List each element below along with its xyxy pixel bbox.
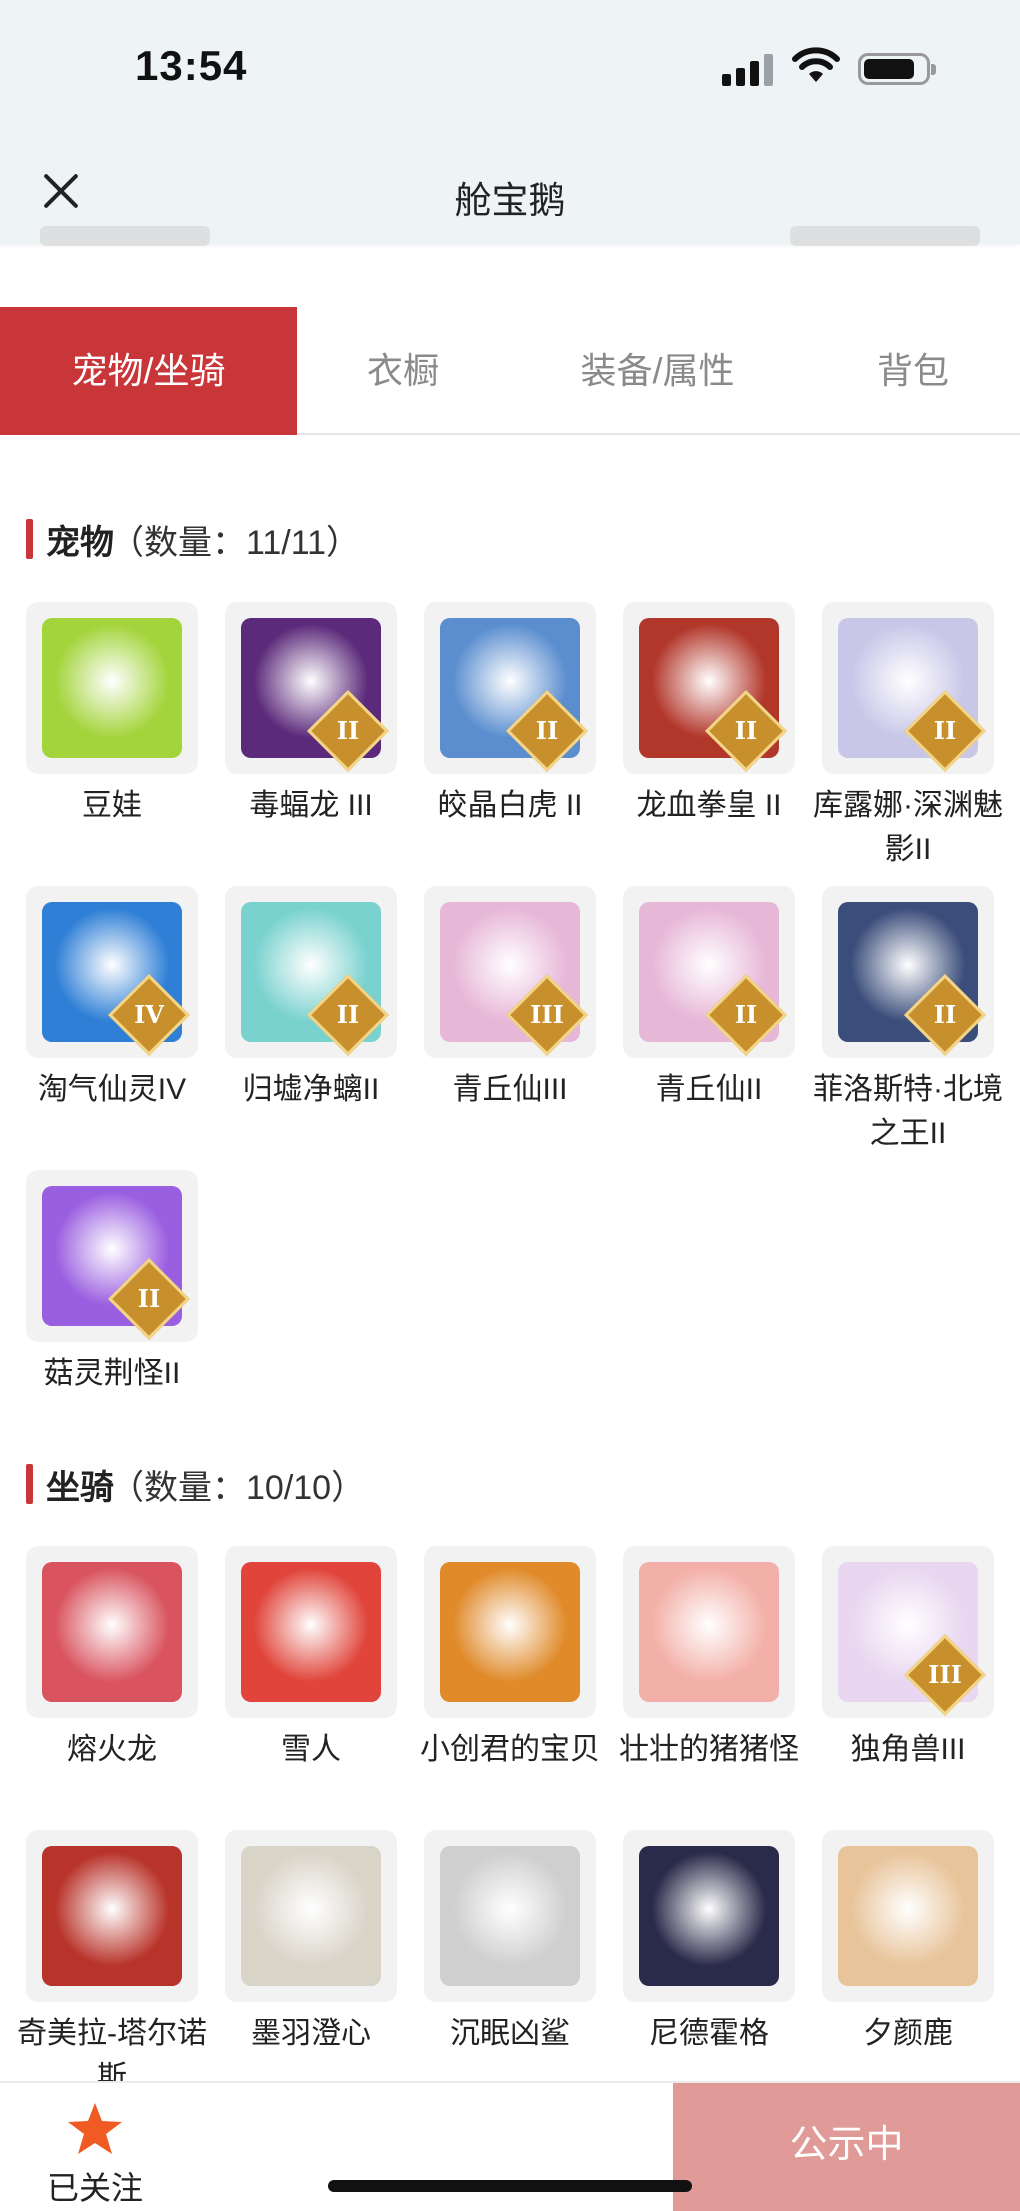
shark-icon — [440, 1846, 580, 1986]
green-bean-pet-icon — [42, 618, 182, 758]
status-bar: 13:54 — [0, 0, 1020, 140]
item-thumbnail: II — [623, 602, 795, 774]
tab-bar: 宠物/坐骑 衣橱 装备/属性 背包 — [0, 307, 1020, 435]
item-thumbnail: II — [225, 602, 397, 774]
follow-label: 已关注 — [46, 2170, 143, 2206]
item-thumbnail: II — [822, 602, 994, 774]
scrolled-content-peek — [790, 226, 980, 246]
section-count: （数量：11/11） — [110, 524, 361, 562]
cellular-signal-icon — [722, 52, 776, 86]
item-thumbnail — [623, 1546, 795, 1718]
item-name: 毒蝠龙 III — [249, 789, 373, 822]
star-icon — [68, 2103, 122, 2154]
item-thumbnail: III — [822, 1546, 994, 1718]
status-time: 13:54 — [135, 42, 248, 89]
item-name: 尼德霍格 — [649, 2017, 769, 2050]
section-title: 宠物 — [46, 524, 114, 562]
item-name: 夕颜鹿 — [863, 2017, 953, 2050]
item-name: 菲洛斯特·北境之王II — [813, 1073, 1003, 1150]
tier-badge-text: III — [530, 1000, 564, 1029]
section-accent-bar — [26, 1464, 33, 1504]
publicity-status-button[interactable]: 公示中 — [673, 2083, 1020, 2211]
item-name: 青丘仙III — [452, 1073, 568, 1106]
tier-badge-text: II — [336, 1000, 360, 1029]
phoenix-bird-icon — [440, 1562, 580, 1702]
section-accent-bar — [26, 519, 33, 559]
tier-badge-text: III — [928, 1660, 962, 1689]
item-thumbnail: II — [822, 886, 994, 1058]
item-thumbnail — [26, 1546, 198, 1718]
deer-icon — [838, 1846, 978, 1986]
wifi-icon — [792, 47, 840, 82]
item-thumbnail — [424, 1830, 596, 2002]
section-title: 坐骑 — [46, 1469, 114, 1507]
tier-badge-text: II — [734, 716, 758, 745]
item-name: 菇灵荆怪II — [43, 1357, 181, 1390]
item-thumbnail — [26, 1830, 198, 2002]
item-thumbnail — [623, 1830, 795, 2002]
item-name: 熔火龙 — [67, 1733, 157, 1766]
item-name: 独角兽III — [850, 1733, 966, 1766]
tab-pets-mounts[interactable]: 宠物/坐骑 — [0, 307, 297, 435]
item-name: 淘气仙灵IV — [37, 1073, 187, 1106]
item-thumbnail: II — [623, 886, 795, 1058]
item-thumbnail — [225, 1830, 397, 2002]
tier-badge-text: II — [137, 1284, 161, 1313]
scrolled-content-peek — [40, 226, 210, 246]
item-thumbnail — [225, 1546, 397, 1718]
item-name: 小创君的宝贝 — [420, 1733, 600, 1766]
item-thumbnail — [26, 602, 198, 774]
tab-equipment[interactable]: 装备/属性 — [509, 307, 806, 435]
item-name: 豆娃 — [82, 789, 142, 822]
nidhogg-icon — [639, 1846, 779, 1986]
tier-badge-text: II — [734, 1000, 758, 1029]
pig-icon — [639, 1562, 779, 1702]
item-name: 皎晶白虎 II — [437, 789, 583, 822]
chimera-icon — [42, 1846, 182, 1986]
item-thumbnail: II — [225, 886, 397, 1058]
follow-button[interactable]: 已关注 — [0, 2083, 190, 2211]
item-thumbnail: III — [424, 886, 596, 1058]
item-name: 归墟净螭II — [242, 1073, 380, 1106]
home-indicator — [328, 2180, 692, 2192]
tier-badge-text: II — [933, 1000, 957, 1029]
item-thumbnail: II — [424, 602, 596, 774]
tier-badge-text: II — [933, 716, 957, 745]
item-name: 库露娜·深渊魅影II — [813, 789, 1003, 866]
section-count: （数量：10/10） — [110, 1469, 366, 1507]
item-thumbnail: IV — [26, 886, 198, 1058]
item-name: 壮壮的猪猪怪 — [619, 1733, 799, 1766]
snowman-icon — [241, 1562, 381, 1702]
item-name: 青丘仙II — [655, 1073, 763, 1106]
feather-staff-icon — [241, 1846, 381, 1986]
item-name: 龙血拳皇 II — [636, 789, 782, 822]
lava-dragon-icon — [42, 1562, 182, 1702]
item-name: 雪人 — [281, 1733, 341, 1766]
item-thumbnail — [424, 1546, 596, 1718]
tier-badge-text: IV — [134, 1000, 164, 1029]
item-thumbnail: II — [26, 1170, 198, 1342]
battery-icon — [858, 53, 936, 85]
item-name: 墨羽澄心 — [251, 2017, 371, 2050]
item-name: 沉眠凶鲨 — [450, 2017, 570, 2050]
tab-wardrobe[interactable]: 衣橱 — [297, 307, 509, 435]
page-title: 舱宝鹅 — [454, 180, 566, 221]
tab-backpack[interactable]: 背包 — [806, 307, 1020, 435]
tier-badge-text: II — [336, 716, 360, 745]
item-thumbnail — [822, 1830, 994, 2002]
tier-badge-text: II — [535, 716, 559, 745]
